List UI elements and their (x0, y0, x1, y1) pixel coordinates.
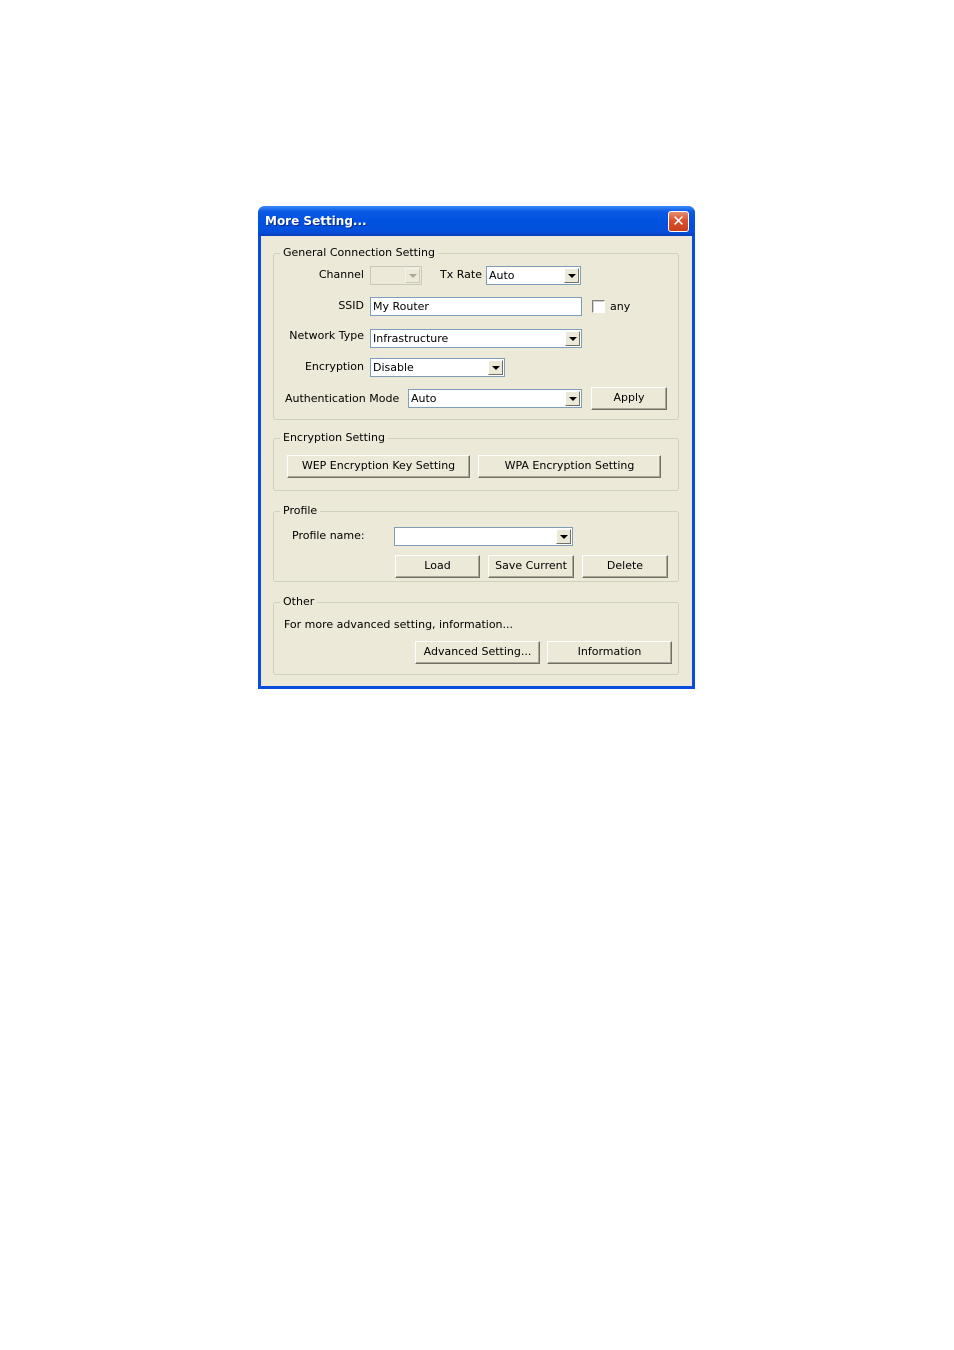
general-connection-legend: General Connection Setting (280, 246, 438, 260)
network-type-value: Infrastructure (373, 332, 449, 345)
title-bar[interactable]: More Setting... ✕ (258, 206, 695, 236)
chevron-down-icon[interactable] (565, 391, 580, 406)
tx-rate-select[interactable]: Auto (486, 266, 581, 285)
delete-button[interactable]: Delete (582, 555, 668, 578)
encryption-setting-group: Encryption Setting WEP Encryption Key Se… (273, 431, 679, 491)
chevron-down-icon[interactable] (488, 360, 503, 375)
ssid-label: SSID (338, 299, 364, 312)
wep-encryption-key-button[interactable]: WEP Encryption Key Setting (287, 455, 470, 478)
profile-name-select[interactable] (394, 527, 573, 546)
channel-select[interactable] (370, 266, 422, 285)
chevron-down-icon[interactable] (565, 331, 580, 346)
window-title: More Setting... (265, 214, 367, 228)
more-setting-dialog: More Setting... ✕ General Connection Set… (258, 206, 695, 689)
wpa-encryption-button[interactable]: WPA Encryption Setting (478, 455, 661, 478)
apply-button[interactable]: Apply (591, 387, 667, 410)
chevron-down-icon[interactable] (405, 268, 420, 283)
chevron-down-icon[interactable] (564, 268, 579, 283)
network-type-label: Network Type (289, 329, 364, 342)
encryption-setting-legend: Encryption Setting (280, 431, 388, 445)
profile-group: Profile Profile name: Load Save Current … (273, 504, 679, 582)
profile-legend: Profile (280, 504, 321, 518)
ssid-value: My Router (373, 300, 429, 313)
chevron-down-icon[interactable] (556, 529, 571, 544)
tx-rate-label: Tx Rate (440, 268, 482, 281)
other-legend: Other (280, 595, 318, 609)
advanced-setting-button[interactable]: Advanced Setting... (415, 641, 540, 664)
encryption-select[interactable]: Disable (370, 358, 505, 377)
encryption-value: Disable (373, 361, 414, 374)
information-button[interactable]: Information (547, 641, 672, 664)
save-current-button[interactable]: Save Current (488, 555, 574, 578)
any-label: any (610, 300, 631, 313)
auth-mode-label: Authentication Mode (285, 392, 400, 405)
encryption-label: Encryption (304, 360, 364, 373)
ssid-input[interactable]: My Router (370, 297, 582, 316)
close-button[interactable]: ✕ (668, 211, 689, 232)
channel-label: Channel (318, 268, 364, 281)
load-button[interactable]: Load (395, 555, 480, 578)
general-connection-group: General Connection Setting Channel Tx Ra… (273, 246, 679, 420)
other-group: Other For more advanced setting, informa… (273, 595, 679, 675)
dialog-body: General Connection Setting Channel Tx Ra… (261, 236, 692, 686)
network-type-select[interactable]: Infrastructure (370, 329, 582, 348)
tx-rate-value: Auto (489, 269, 515, 282)
other-description: For more advanced setting, information..… (284, 618, 514, 631)
close-x-icon: ✕ (672, 212, 685, 230)
any-checkbox[interactable] (592, 300, 605, 313)
auth-mode-select[interactable]: Auto (408, 389, 582, 408)
auth-mode-value: Auto (411, 392, 437, 405)
profile-name-label: Profile name: (292, 529, 365, 542)
